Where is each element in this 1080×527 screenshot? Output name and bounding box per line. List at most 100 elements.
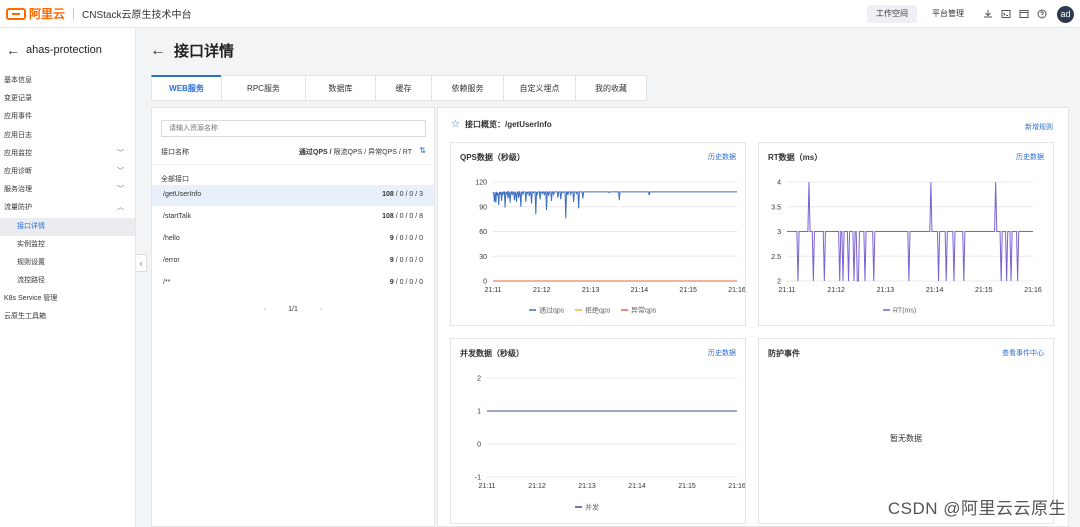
concurrency-history-link[interactable]: 历史数据 (708, 348, 736, 358)
x-tick-label: 21:11 (485, 287, 502, 294)
sidebar-item[interactable]: 应用事件 (0, 108, 135, 126)
logo[interactable]: 阿里云 (6, 5, 65, 22)
help-icon[interactable] (1033, 5, 1051, 23)
events-empty-text: 暂无数据 (890, 434, 922, 443)
app-name: ahas-protection (26, 44, 102, 56)
api-name: /error (163, 257, 180, 264)
tab-platform-admin[interactable]: 平台管理 (923, 5, 973, 23)
legend-item: 并发 (575, 503, 599, 512)
legend-item: 通过qps (529, 306, 565, 315)
legend-label: RT(ms) (893, 308, 916, 315)
rt-chart-title: RT数据（ms） (768, 153, 823, 162)
sort-icon[interactable]: ⇅ (419, 146, 426, 155)
prev-page-icon[interactable]: ‹ (264, 306, 266, 313)
chevron-down-icon: ﹀ (117, 149, 124, 157)
y-tick-label: 60 (479, 229, 487, 236)
search-input[interactable] (161, 120, 426, 137)
api-name: /** (163, 279, 171, 286)
legend-label: 并发 (585, 503, 599, 512)
x-tick-label: 21:12 (827, 287, 845, 294)
sidebar-item-label: 流控路径 (17, 277, 45, 285)
column-header-metrics: 通过QPS / 限流QPS / 异常QPS / RT (299, 147, 412, 157)
sidebar-item[interactable]: 接口详情 (0, 217, 135, 236)
api-row[interactable]: /error 9 / 0 / 0 / 0 (152, 251, 434, 272)
collapse-sidebar-icon[interactable]: ‹ (136, 254, 147, 272)
download-icon[interactable] (979, 5, 997, 23)
sidebar-item[interactable]: 实例监控 (0, 236, 135, 254)
legend-item: 拒绝qps (575, 306, 611, 315)
aliyun-logo-icon (6, 7, 26, 20)
sidebar-item[interactable]: 应用日志 (0, 127, 135, 145)
column-header-name: 接口名称 (161, 149, 189, 156)
console-icon[interactable] (1015, 5, 1033, 23)
tab-service[interactable]: WEB服务 (151, 75, 221, 101)
new-rule-link[interactable]: 新增规则 (1025, 122, 1053, 132)
api-row[interactable]: /hello 9 / 0 / 0 / 0 (152, 229, 434, 250)
terminal-icon[interactable] (997, 5, 1015, 23)
sidebar-item[interactable]: 变更记录 (0, 90, 135, 108)
sidebar-item[interactable]: 应用诊断 ﹀ (0, 163, 135, 181)
page-title-text: 接口详情 (174, 43, 235, 60)
sidebar-item[interactable]: 流量防护 ︿ (0, 199, 135, 217)
api-metrics: 9 / 0 / 0 / 0 (390, 257, 423, 264)
sidebar-item-label: 应用监控 (4, 149, 32, 157)
api-list-header: 接口名称 通过QPS / 限流QPS / 异常QPS / RT ⇅ (152, 144, 434, 164)
sidebar-item[interactable]: 流控路径 (0, 272, 135, 290)
x-tick-label: 21:16 (1024, 287, 1042, 294)
api-row[interactable]: /** 9 / 0 / 0 / 0 (152, 273, 434, 294)
api-other-metrics: / 0 / 0 / 0 (393, 257, 423, 264)
chevron-down-icon: ﹀ (117, 186, 124, 194)
next-page-icon[interactable]: › (320, 306, 322, 313)
overview-header: ☆ 接口概览：/getUserInfo (451, 119, 552, 130)
x-tick-label: 21:14 (926, 287, 944, 294)
api-name: /startTalk (163, 213, 192, 220)
api-row[interactable]: /startTalk 108 / 0 / 0 / 8 (152, 207, 434, 228)
sidebar-item[interactable]: 云原生工具箱 (0, 308, 135, 326)
column-header-others: 限流QPS / 异常QPS / RT (331, 149, 412, 156)
y-tick-label: 2 (777, 279, 781, 286)
y-tick-label: 0 (483, 279, 487, 286)
chart-svg: -1 0 1 2 21:11 21:12 21:13 21:14 21:15 21:16 并发 (475, 376, 745, 512)
concurrency-chart-card: -1 0 1 2 21:11 21:12 21:13 21:14 21:15 21:16 并发 并发… (450, 338, 746, 524)
series-line (492, 189, 737, 219)
x-tick-label: 21:13 (877, 287, 895, 294)
tab-service[interactable]: RPC服务 (221, 75, 305, 101)
legend-label: 异常qps (631, 306, 657, 315)
y-tick-label: 2.5 (771, 254, 781, 261)
sidebar-item-label: 应用诊断 (4, 167, 32, 175)
logo-divider (73, 7, 75, 20)
rt-history-link[interactable]: 历史数据 (1016, 152, 1044, 162)
sidebar-item[interactable]: K8s Service 管理 (0, 290, 135, 308)
product-name: CNStack云原生技术中台 (82, 10, 192, 21)
star-icon[interactable]: ☆ (451, 119, 460, 130)
concurrency-chart-title: 并发数据（秒级） (460, 349, 524, 358)
api-name: /getUserInfo (163, 191, 202, 198)
sidebar-item[interactable]: 应用监控 ﹀ (0, 145, 135, 163)
tab-workspace[interactable]: 工作空间 (867, 5, 917, 23)
sidebar-item-label: 流量防护 (4, 204, 32, 212)
tab-service[interactable]: 数据库 (305, 75, 375, 101)
qps-history-link[interactable]: 历史数据 (708, 152, 736, 162)
y-tick-label: 30 (479, 254, 487, 261)
events-center-link[interactable]: 查看事件中心 (1002, 348, 1044, 358)
sidebar-item-label: 应用事件 (4, 113, 32, 121)
arrow-left-icon[interactable]: ← (6, 42, 20, 58)
arrow-left-icon[interactable]: ← (150, 42, 166, 60)
all-apis-label: 全部接口 (161, 176, 189, 183)
page-indicator: 1/1 (288, 306, 298, 313)
sidebar-item[interactable]: 规则设置 (0, 254, 135, 272)
tab-service[interactable]: 自定义埋点 (503, 75, 575, 101)
sidebar-item[interactable]: 基本信息 (0, 72, 135, 90)
y-tick-label: 3 (777, 229, 781, 236)
sidebar-menu: 基本信息 变更记录 应用事件 应用日志 应用监控 ﹀ 应用诊断 ﹀ 服务治理 ﹀ 流量防护 ︿ 接口详情… (0, 72, 135, 327)
api-row[interactable]: /getUserInfo 108 / 0 / 0 / 3 (152, 185, 434, 206)
sidebar-item[interactable]: 服务治理 ﹀ (0, 181, 135, 199)
y-tick-label: 1 (477, 409, 481, 416)
tab-service[interactable]: 缓存 (375, 75, 431, 101)
api-pass-qps: 108 (382, 191, 394, 198)
tab-service[interactable]: 依赖服务 (431, 75, 503, 101)
top-bar: 阿里云 CNStack云原生技术中台 工作空间 平台管理 ad (0, 0, 1080, 28)
tab-service[interactable]: 我的收藏 (575, 75, 647, 101)
user-avatar[interactable]: ad (1057, 5, 1074, 23)
divider (152, 164, 434, 165)
